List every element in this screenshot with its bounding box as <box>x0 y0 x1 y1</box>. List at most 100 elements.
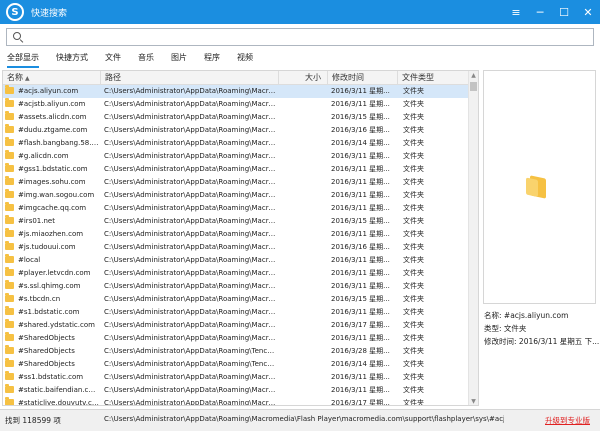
table-row[interactable]: #player.letvcdn.com C:\Users\Administrato… <box>3 267 469 280</box>
row-type: 文件夹 <box>403 347 424 355</box>
preview-modified: 修改时间: 2016/3/11 星期五 下... <box>484 337 600 346</box>
column-header: 名称 ▲ 路径 大小 修改时间 文件类型 <box>3 71 469 85</box>
row-name: #dudu.ztgame.com <box>5 124 99 137</box>
column-path-header[interactable]: 路径 <box>101 71 279 85</box>
row-path: C:\Users\Administrator\AppData\Roaming\M… <box>104 269 276 277</box>
tab-videos[interactable]: 视频 <box>237 50 253 68</box>
table-row[interactable]: #acjs.aliyun.com C:\Users\Administrator\A… <box>3 85 469 98</box>
tab-images[interactable]: 图片 <box>171 50 187 68</box>
table-row[interactable]: #dudu.ztgame.com C:\Users\Administrator\A… <box>3 124 469 137</box>
column-name-header[interactable]: 名称 ▲ <box>3 71 101 85</box>
tab-all[interactable]: 全部显示 <box>7 50 39 68</box>
folder-icon <box>5 150 14 159</box>
row-modified: 2016/3/15 星期... <box>331 113 390 121</box>
maximize-icon[interactable]: ☐ <box>552 0 576 24</box>
scroll-down-icon[interactable]: ▼ <box>469 397 478 405</box>
app-title: 快速搜索 <box>31 8 68 19</box>
folder-icon <box>5 189 14 198</box>
row-name: #s.tbcdn.cn <box>5 293 99 306</box>
table-row[interactable]: #s.tbcdn.cn C:\Users\Administrator\AppDat… <box>3 293 469 306</box>
table-row[interactable]: #flash.bangbang.58.c... C:\Users\Administ… <box>3 137 469 150</box>
row-size <box>278 397 326 405</box>
scroll-up-icon[interactable]: ▲ <box>469 71 478 81</box>
table-row[interactable]: #js.tudouui.com C:\Users\Administrator\Ap… <box>3 241 469 254</box>
table-row[interactable]: #images.sohu.com C:\Users\Administrator\A… <box>3 176 469 189</box>
table-row[interactable]: #gss1.bdstatic.com C:\Users\Administrator… <box>3 163 469 176</box>
table-row[interactable]: #s1.bdstatic.com C:\Users\Administrator\A… <box>3 306 469 319</box>
menu-icon[interactable]: ≡ <box>504 0 528 24</box>
table-row[interactable]: #ss1.bdstatic.com C:\Users\Administrator\… <box>3 371 469 384</box>
folder-icon <box>5 137 14 146</box>
row-modified: 2016/3/11 星期... <box>331 386 390 394</box>
row-modified: 2016/3/14 星期... <box>331 139 390 147</box>
tab-music[interactable]: 音乐 <box>138 50 154 68</box>
selected-path: C:\Users\Administrator\AppData\Roaming\M… <box>104 415 504 423</box>
filter-tabs: 全部显示 快捷方式 文件 音乐 图片 程序 视频 <box>0 50 600 68</box>
row-size <box>278 371 326 384</box>
table-row[interactable]: #img.wan.sogou.com C:\Users\Administrator… <box>3 189 469 202</box>
table-row[interactable]: #staticlive.douyutv.com C:\Users\Administ… <box>3 397 469 405</box>
window-controls: ≡ ─ ☐ ✕ <box>504 0 600 24</box>
folder-icon <box>5 176 14 185</box>
tab-files[interactable]: 文件 <box>105 50 121 68</box>
tab-programs[interactable]: 程序 <box>204 50 220 68</box>
row-name: #local <box>5 254 99 267</box>
column-size-header[interactable]: 大小 <box>279 71 328 85</box>
row-modified: 2016/3/11 星期... <box>331 165 390 173</box>
table-row[interactable]: #SharedObjects C:\Users\Administrator\App… <box>3 332 469 345</box>
row-type: 文件夹 <box>403 269 424 277</box>
vertical-scrollbar[interactable]: ▲ ▼ <box>468 71 478 405</box>
row-name: #assets.alicdn.com <box>5 111 99 124</box>
minimize-icon[interactable]: ─ <box>528 0 552 24</box>
row-size <box>278 384 326 397</box>
table-row[interactable]: #js.miaozhen.com C:\Users\Administrator\A… <box>3 228 469 241</box>
row-name: #static.baifendian.com <box>5 384 99 397</box>
row-size <box>278 111 326 124</box>
row-modified: 2016/3/11 星期... <box>331 308 390 316</box>
table-row[interactable]: #local C:\Users\Administrator\AppData\Roa… <box>3 254 469 267</box>
folder-icon <box>5 228 14 237</box>
column-modified-header[interactable]: 修改时间 <box>328 71 398 85</box>
row-size <box>278 267 326 280</box>
row-size <box>278 176 326 189</box>
table-row[interactable]: #g.alicdn.com C:\Users\Administrator\AppD… <box>3 150 469 163</box>
table-row[interactable]: #irs01.net C:\Users\Administrator\AppData… <box>3 215 469 228</box>
row-modified: 2016/3/17 星期... <box>331 321 390 329</box>
close-icon[interactable]: ✕ <box>576 0 600 24</box>
row-modified: 2016/3/14 星期... <box>331 360 390 368</box>
row-size <box>278 332 326 345</box>
scroll-thumb[interactable] <box>470 82 477 91</box>
table-row[interactable]: #shared.ydstatic.com C:\Users\Administrat… <box>3 319 469 332</box>
folder-icon <box>5 98 14 107</box>
preview-type: 类型: 文件夹 <box>484 324 527 333</box>
row-size <box>278 137 326 150</box>
upgrade-link[interactable]: 升级到专业版 <box>545 415 590 426</box>
row-size <box>278 293 326 306</box>
table-row[interactable]: #assets.alicdn.com C:\Users\Administrator… <box>3 111 469 124</box>
table-row[interactable]: #static.baifendian.com C:\Users\Administr… <box>3 384 469 397</box>
table-row[interactable]: #s.ssl.qhimg.com C:\Users\Administrator\A… <box>3 280 469 293</box>
folder-icon <box>5 254 14 263</box>
column-type-header[interactable]: 文件类型 <box>398 71 469 85</box>
row-name: #SharedObjects <box>5 358 99 371</box>
tab-shortcuts[interactable]: 快捷方式 <box>56 50 88 68</box>
row-name: #images.sohu.com <box>5 176 99 189</box>
search-input[interactable] <box>27 30 593 44</box>
row-size <box>278 228 326 241</box>
status-bar: 找到 118599 项 C:\Users\Administrator\AppDa… <box>0 409 600 431</box>
table-row[interactable]: #acjstb.aliyun.com C:\Users\Administrator… <box>3 98 469 111</box>
table-row[interactable]: #imgcache.qq.com C:\Users\Administrator\A… <box>3 202 469 215</box>
row-type: 文件夹 <box>403 360 424 368</box>
row-type: 文件夹 <box>403 308 424 316</box>
table-row[interactable]: #SharedObjects C:\Users\Administrator\App… <box>3 345 469 358</box>
row-path: C:\Users\Administrator\AppData\Roaming\M… <box>104 152 276 160</box>
folder-icon <box>5 397 14 405</box>
row-type: 文件夹 <box>403 243 424 251</box>
folder-icon <box>5 111 14 120</box>
row-size <box>278 358 326 371</box>
row-type: 文件夹 <box>403 256 424 264</box>
row-modified: 2016/3/11 星期... <box>331 269 390 277</box>
row-name: #SharedObjects <box>5 332 99 345</box>
row-size <box>278 254 326 267</box>
table-row[interactable]: #SharedObjects C:\Users\Administrator\App… <box>3 358 469 371</box>
